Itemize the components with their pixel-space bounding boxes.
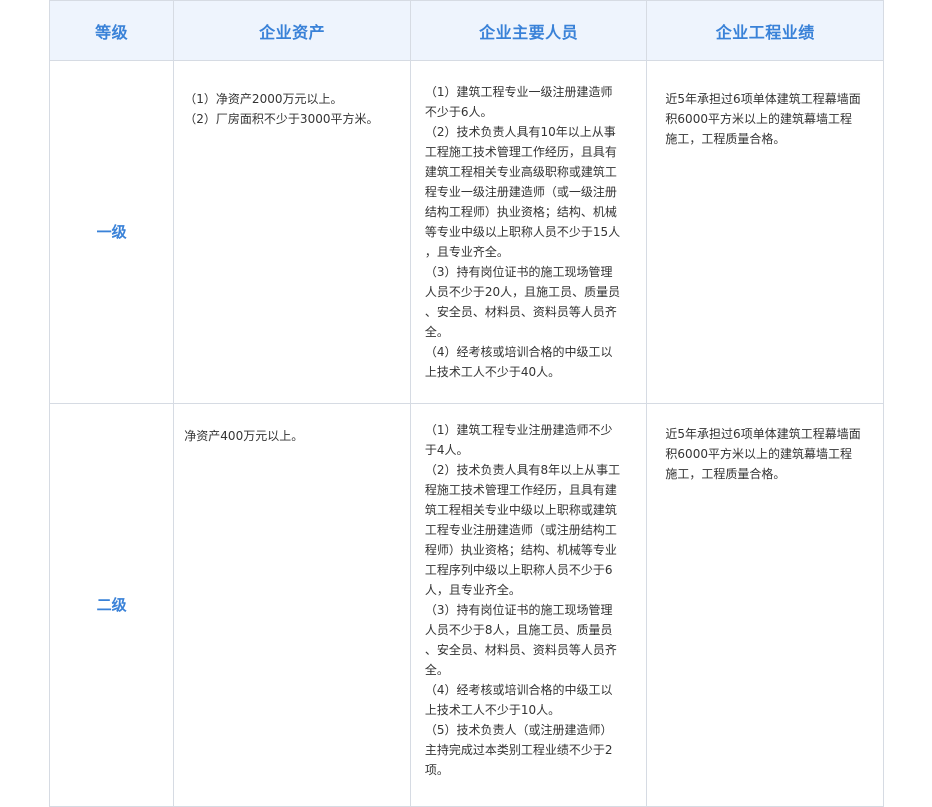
- table-row: 一级 （1）净资产2000万元以上。 （2）厂房面积不少于3000平方米。 （1…: [48, 60, 884, 404]
- header-performance: 企业工程业绩: [646, 0, 884, 61]
- performance-cell: 近5年承担过6项单体建筑工程幕墙面 积6000平方米以上的建筑幕墙工程 施工，工…: [646, 60, 884, 404]
- table-header: 等级 企业资产 企业主要人员 企业工程业绩: [48, 0, 884, 61]
- level-cell: 二级: [48, 403, 175, 807]
- table-body: 一级 （1）净资产2000万元以上。 （2）厂房面积不少于3000平方米。 （1…: [48, 60, 884, 807]
- table-row: 二级 净资产400万元以上。 （1）建筑工程专业注册建造师不少 于4人。 （2）…: [48, 403, 884, 807]
- header-level: 等级: [48, 0, 175, 61]
- performance-cell: 近5年承担过6项单体建筑工程幕墙面 积6000平方米以上的建筑幕墙工程 施工，工…: [646, 403, 884, 807]
- performance-text: 近5年承担过6项单体建筑工程幕墙面 积6000平方米以上的建筑幕墙工程 施工，工…: [665, 427, 861, 481]
- assets-cell: 净资产400万元以上。: [173, 403, 411, 807]
- level-cell: 一级: [48, 60, 175, 404]
- header-assets: 企业资产: [173, 0, 411, 61]
- assets-text: （1）净资产2000万元以上。 （2）厂房面积不少于3000平方米。: [184, 92, 379, 126]
- staff-cell: （1）建筑工程专业注册建造师不少 于4人。 （2）技术负责人具有8年以上从事工 …: [409, 403, 648, 807]
- performance-text: 近5年承担过6项单体建筑工程幕墙面 积6000平方米以上的建筑幕墙工程 施工，工…: [665, 92, 861, 146]
- assets-text: 净资产400万元以上。: [184, 429, 304, 443]
- header-staff: 企业主要人员: [409, 0, 648, 61]
- staff-cell: （1）建筑工程专业一级注册建造师 不少于6人。 （2）技术负责人具有10年以上从…: [409, 60, 648, 404]
- staff-text: （1）建筑工程专业注册建造师不少 于4人。 （2）技术负责人具有8年以上从事工 …: [424, 423, 621, 777]
- staff-text: （1）建筑工程专业一级注册建造师 不少于6人。 （2）技术负责人具有10年以上从…: [424, 85, 621, 379]
- qualification-table: 等级 企业资产 企业主要人员 企业工程业绩 一级 （1）净资产2000万元以上。…: [48, 0, 884, 807]
- assets-cell: （1）净资产2000万元以上。 （2）厂房面积不少于3000平方米。: [173, 60, 411, 404]
- header-row: 等级 企业资产 企业主要人员 企业工程业绩: [48, 0, 884, 61]
